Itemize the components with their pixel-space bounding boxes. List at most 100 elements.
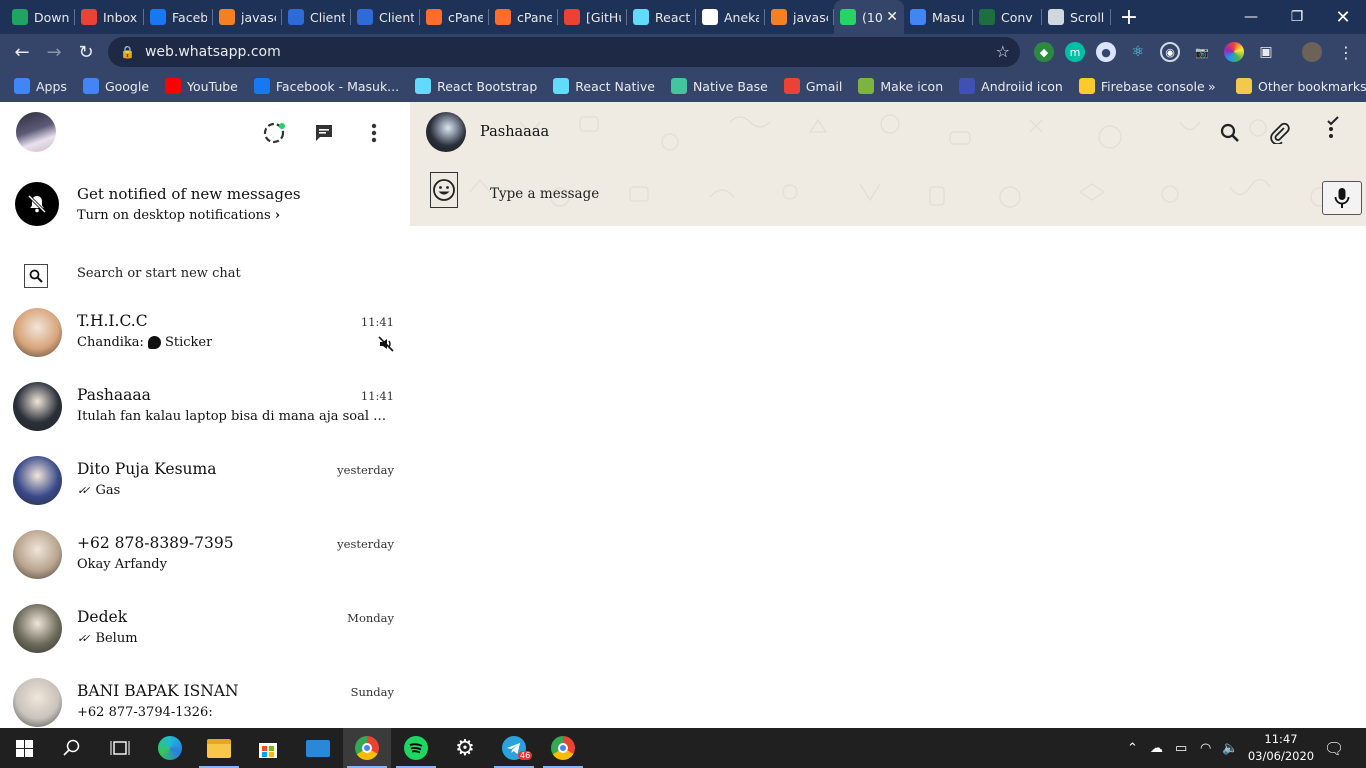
react-devtools-icon[interactable]: ⚛	[1128, 42, 1148, 62]
bookmark-item[interactable]: Native Base	[663, 72, 776, 100]
menu-dots-icon[interactable]	[1320, 116, 1344, 140]
chat-name: +62 878-8389-7395	[77, 534, 234, 552]
battery-icon[interactable]: ▭	[1175, 728, 1187, 768]
chrome-menu-icon[interactable]: ⋮	[1336, 42, 1356, 62]
browser-tab[interactable]: Masu	[904, 0, 973, 34]
browser-tab[interactable]: Conv	[973, 0, 1042, 34]
system-clock[interactable]: 11:47 03/06/2020	[1246, 731, 1316, 765]
minimize-button[interactable]: —	[1228, 0, 1274, 34]
tray-chevron-up-icon[interactable]: ⌃	[1127, 728, 1138, 768]
attach-paperclip-icon[interactable]	[1268, 121, 1292, 145]
browser-tab[interactable]: cPane	[420, 0, 489, 34]
conversation-header[interactable]: Pashaaaa	[410, 102, 1366, 162]
message-text: Okay Arfandy	[77, 557, 167, 572]
edge-icon[interactable]	[146, 728, 194, 768]
notification-subtitle[interactable]: Turn on desktop notifications ›	[77, 208, 280, 223]
extension-circle-icon[interactable]: ●	[1096, 42, 1116, 62]
chat-avatar[interactable]	[13, 382, 62, 431]
onedrive-cloud-icon[interactable]: ☁	[1150, 728, 1163, 768]
task-view-icon[interactable]	[96, 728, 144, 768]
browser-tab[interactable]: React	[627, 0, 696, 34]
mail-icon[interactable]	[294, 728, 342, 768]
search-bar[interactable]: Search or start new chat	[0, 254, 410, 294]
new-tab-button[interactable]: +	[1111, 0, 1147, 34]
reload-button[interactable]: ↻	[70, 36, 102, 68]
microphone-icon[interactable]	[1322, 181, 1362, 215]
notification-center-icon[interactable]: 🗨	[1324, 728, 1344, 768]
extension-m-icon[interactable]: m	[1065, 42, 1085, 62]
notification-banner[interactable]: Get notified of new messages Turn on des…	[0, 166, 410, 246]
bookmark-item[interactable]: YouTube	[157, 72, 246, 100]
chat-avatar[interactable]	[13, 308, 62, 357]
new-chat-icon[interactable]	[312, 121, 336, 145]
telegram-icon[interactable]: 46	[490, 728, 538, 768]
maximize-button[interactable]: ❐	[1274, 0, 1320, 34]
browser-tab[interactable]: (10 ✕	[834, 0, 904, 34]
contact-name[interactable]: Pashaaaa	[480, 124, 549, 140]
forward-button[interactable]: →	[38, 36, 70, 68]
bookmark-item[interactable]: Apps	[6, 72, 75, 100]
wifi-icon[interactable]: ◠	[1200, 728, 1211, 768]
other-bookmarks-folder[interactable]: Other bookmarks	[1228, 72, 1366, 100]
emoji-icon[interactable]	[430, 172, 458, 208]
bookmarks-overflow-button[interactable]: »	[1200, 72, 1224, 100]
volume-icon[interactable]: 🔈	[1222, 728, 1238, 768]
browser-tab[interactable]: javasc	[213, 0, 282, 34]
status-icon[interactable]	[262, 121, 286, 145]
search-icon[interactable]	[24, 264, 48, 288]
close-window-button[interactable]: ✕	[1320, 0, 1366, 34]
menu-dots-icon[interactable]	[362, 121, 386, 145]
chat-list-item[interactable]: T.H.I.C.C 11:41 Chandika: Sticker	[0, 302, 410, 376]
bookmark-item[interactable]: React Native	[545, 72, 663, 100]
browser-tab[interactable]: cPane	[489, 0, 558, 34]
message-input[interactable]: Type a message	[490, 186, 599, 202]
bookmark-item[interactable]: Firebase console	[1071, 72, 1213, 100]
settings-gear-icon[interactable]: ⚙	[441, 728, 489, 768]
chat-avatar[interactable]	[13, 678, 62, 727]
tab-close-icon[interactable]: ✕	[886, 9, 898, 25]
back-button[interactable]: ←	[6, 36, 38, 68]
bookmark-item[interactable]: React Bootstrap	[407, 72, 545, 100]
bookmark-star-icon[interactable]: ☆	[996, 42, 1010, 61]
chat-list-item[interactable]: Pashaaaa 11:41 Itulah fan kalau laptop bis…	[0, 376, 410, 450]
bookmark-item[interactable]: Androiid icon	[951, 72, 1071, 100]
browser-tab[interactable]: Faceb	[144, 0, 213, 34]
chat-list-item[interactable]: +62 878-8389-7395 yesterday Okay Arfandy	[0, 524, 410, 598]
chat-list-item[interactable]: Dito Puja Kesuma yesterday ✓✓ Gas	[0, 450, 410, 524]
contact-avatar[interactable]	[426, 112, 466, 152]
chat-list-item[interactable]: Dedek Monday ✓✓ Belum	[0, 598, 410, 672]
chrome-second-window-icon[interactable]	[539, 728, 587, 768]
extension-icon[interactable]: ◆	[1034, 42, 1054, 62]
extensions-puzzle-icon[interactable]: ▣	[1256, 42, 1276, 62]
browser-tab[interactable]: Inbox	[75, 0, 144, 34]
profile-avatar[interactable]	[1302, 42, 1322, 62]
file-explorer-icon[interactable]	[195, 728, 243, 768]
microsoft-store-icon[interactable]	[244, 728, 292, 768]
chat-last-message: Itulah fan kalau laptop bisa di mana aja…	[77, 409, 392, 424]
my-avatar[interactable]	[16, 112, 56, 152]
browser-tab[interactable]: [GitHu	[558, 0, 627, 34]
bookmark-item[interactable]: Facebook - Masuk...	[246, 72, 407, 100]
chat-avatar[interactable]	[13, 604, 62, 653]
search-messages-icon[interactable]	[1218, 121, 1242, 145]
bookmark-item[interactable]: Make icon	[850, 72, 951, 100]
browser-tab[interactable]: Scroll	[1042, 0, 1111, 34]
browser-tab[interactable]: Client	[351, 0, 420, 34]
browser-tab[interactable]: Client	[282, 0, 351, 34]
address-bar[interactable]: 🔒 web.whatsapp.com ☆	[108, 37, 1020, 67]
screenshot-icon[interactable]: 📷	[1192, 42, 1212, 62]
browser-tab[interactable]: Aneka	[696, 0, 765, 34]
bookmark-item[interactable]: Gmail	[776, 72, 850, 100]
windows-start-icon[interactable]	[0, 728, 48, 768]
extension-target-icon[interactable]: ◉	[1160, 42, 1180, 62]
search-input[interactable]: Search or start new chat	[77, 266, 241, 281]
spotify-icon[interactable]	[392, 728, 440, 768]
search-icon[interactable]	[48, 728, 96, 768]
browser-tab[interactable]: javasc	[765, 0, 834, 34]
bookmark-item[interactable]: Google	[75, 72, 157, 100]
color-picker-icon[interactable]	[1224, 42, 1244, 62]
chat-avatar[interactable]	[13, 530, 62, 579]
browser-tab[interactable]: Down	[6, 0, 75, 34]
chrome-taskbar-icon[interactable]	[343, 728, 391, 768]
chat-avatar[interactable]	[13, 456, 62, 505]
